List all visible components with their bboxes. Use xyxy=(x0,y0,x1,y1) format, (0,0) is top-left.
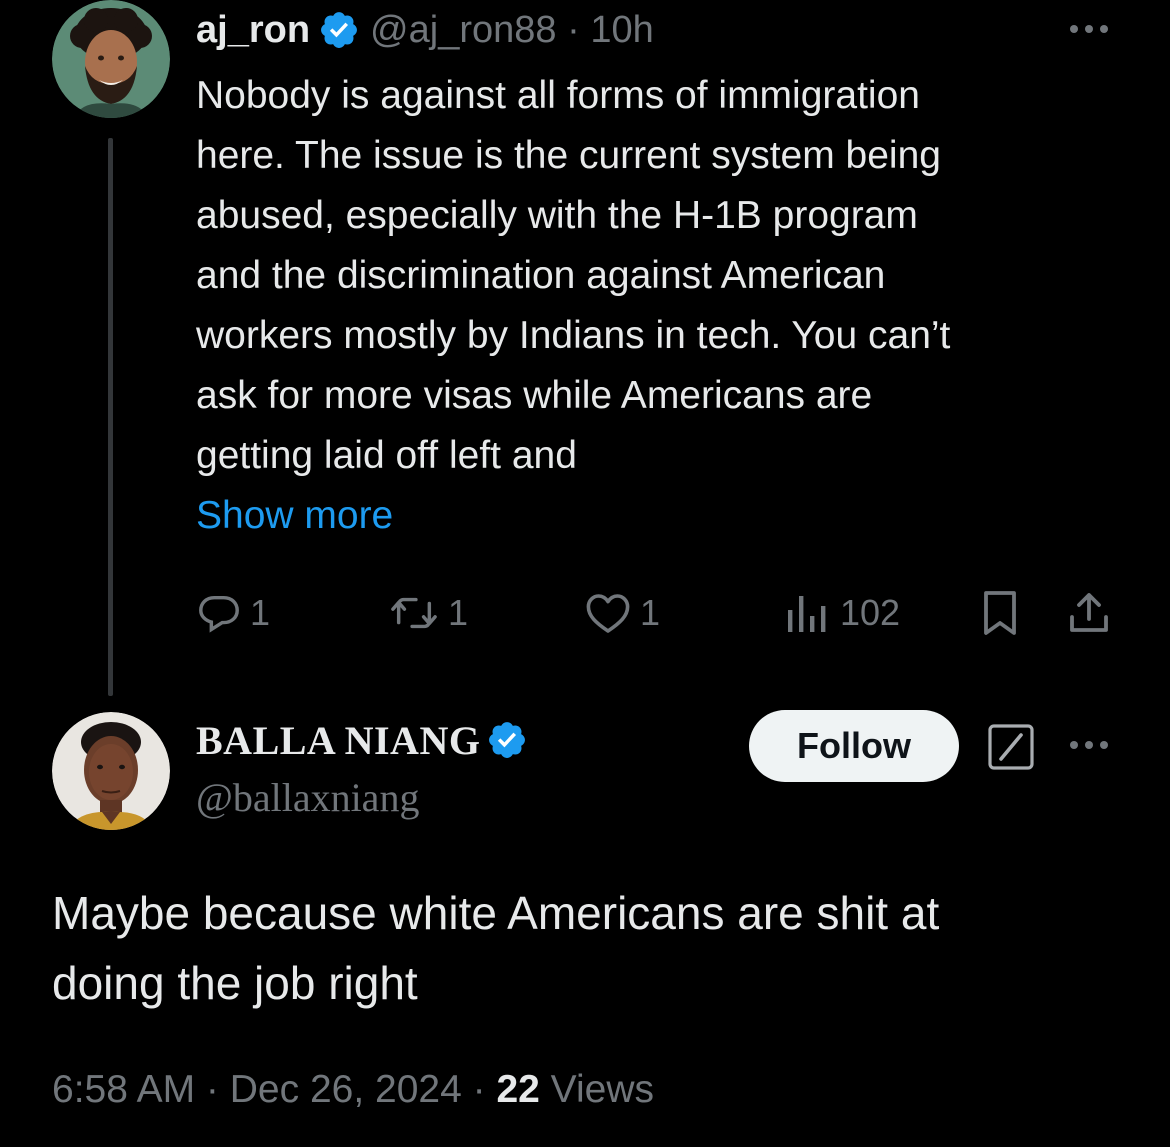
tweet-text-line: ask for more visas while Americans are xyxy=(196,374,873,417)
parent-author-avatar[interactable] xyxy=(52,0,170,118)
tweet-text-line: doing the job right xyxy=(52,957,418,1009)
tweet-meta-line: 6:58 AM · Dec 26, 2024 · 22 Views xyxy=(52,1068,654,1112)
reply-count: 1 xyxy=(250,592,271,633)
share-action[interactable] xyxy=(1066,585,1112,641)
bookmark-action[interactable] xyxy=(980,585,1020,641)
tweet-text-line: and the discrimination against American xyxy=(196,254,886,297)
reply-author-name-row: BALLA NIANG xyxy=(196,714,528,766)
meta-separator: · xyxy=(195,1068,230,1111)
like-heart-icon[interactable] xyxy=(584,590,632,636)
tweet-text-line: abused, especially with the H-1B program xyxy=(196,194,918,237)
tweet-views-count[interactable]: 22 xyxy=(496,1068,539,1111)
verified-badge-icon[interactable] xyxy=(318,9,360,51)
share-upload-icon[interactable] xyxy=(1066,589,1112,637)
meta-separator: · xyxy=(556,8,591,51)
show-more-link[interactable]: Show more xyxy=(196,486,393,546)
meta-separator: · xyxy=(461,1068,497,1111)
repost-count: 1 xyxy=(448,592,469,633)
views-action[interactable]: 102 xyxy=(784,585,900,641)
follow-button[interactable]: Follow xyxy=(749,710,959,782)
tweet-views-label: Views xyxy=(539,1068,655,1111)
tweet-timestamp[interactable]: 6:58 AM xyxy=(52,1068,195,1111)
parent-author-name[interactable]: aj_ron xyxy=(196,9,310,52)
reply-author-handle[interactable]: @ballaxniang xyxy=(196,774,419,821)
repost-icon[interactable] xyxy=(388,590,440,636)
thread-connector-line xyxy=(108,138,113,696)
tweet-text-line: here. The issue is the current system be… xyxy=(196,134,941,177)
verified-badge-icon[interactable] xyxy=(486,719,528,761)
reply-icon[interactable] xyxy=(196,590,242,636)
tweet-text-line: getting laid off left and xyxy=(196,434,577,477)
reply-action[interactable]: 1 xyxy=(196,585,270,641)
more-options-icon[interactable] xyxy=(1064,730,1114,760)
reply-tweet-text: Maybe because white Americans are shit a… xyxy=(52,878,1132,1018)
grok-icon[interactable] xyxy=(986,722,1036,772)
parent-tweet-text: Nobody is against all forms of immigrati… xyxy=(196,66,1126,486)
analytics-bars-icon[interactable] xyxy=(784,590,828,636)
parent-handle-time: @aj_ron88 · 10h xyxy=(370,9,654,52)
reply-author-avatar[interactable] xyxy=(52,712,170,830)
parent-tweet-header: aj_ron @aj_ron88 · 10h xyxy=(196,8,654,52)
parent-author-handle[interactable]: @aj_ron88 xyxy=(370,9,556,51)
more-options-icon[interactable] xyxy=(1064,14,1114,44)
tweet-text-line: workers mostly by Indians in tech. You c… xyxy=(196,314,951,357)
repost-action[interactable]: 1 xyxy=(388,585,468,641)
reply-author-name[interactable]: BALLA NIANG xyxy=(196,717,480,764)
tweet-date[interactable]: Dec 26, 2024 xyxy=(230,1068,462,1111)
views-count: 102 xyxy=(840,592,901,633)
parent-tweet-time[interactable]: 10h xyxy=(590,9,653,51)
tweet-text-line: Maybe because white Americans are shit a… xyxy=(52,887,940,939)
like-action[interactable]: 1 xyxy=(584,585,660,641)
tweet-text-line: Nobody is against all forms of immigrati… xyxy=(196,74,920,117)
like-count: 1 xyxy=(640,592,661,633)
bookmark-icon[interactable] xyxy=(980,589,1020,637)
